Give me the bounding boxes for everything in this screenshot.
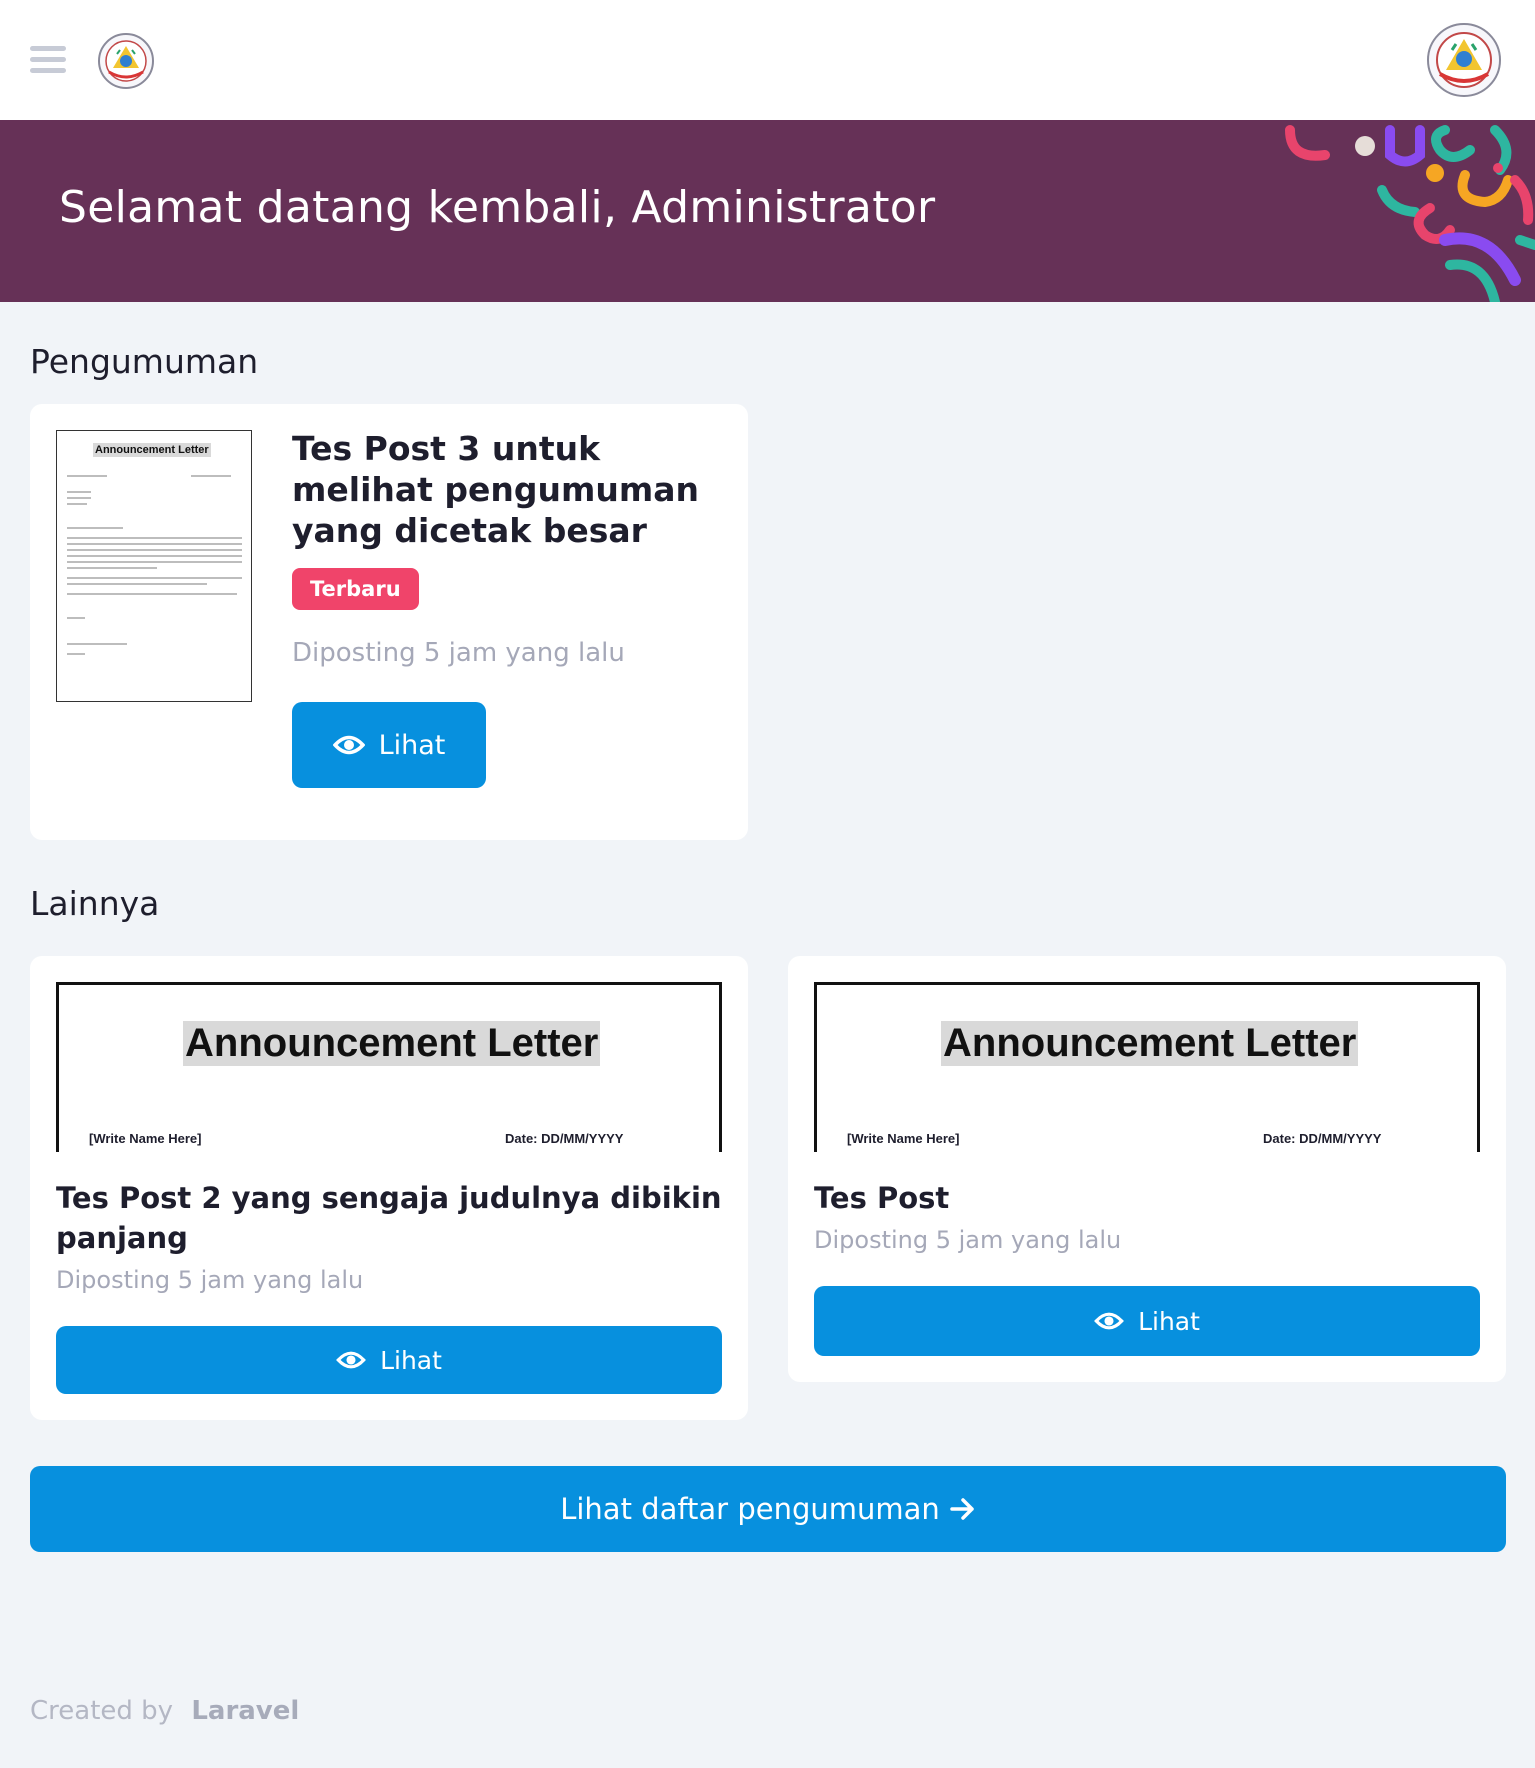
featured-thumbnail[interactable]: Announcement Letter xyxy=(56,430,252,702)
top-navbar xyxy=(0,0,1535,120)
other-thumbnail-2[interactable]: Announcement Letter [Write Name Here] Da… xyxy=(814,982,1480,1152)
other-title-2[interactable]: Tes Post xyxy=(814,1178,1480,1218)
eye-icon xyxy=(336,1351,366,1369)
other-title-1[interactable]: Tes Post 2 yang sengaja judulnya dibikin… xyxy=(56,1178,722,1258)
featured-posted-time: Diposting 5 jam yang lalu xyxy=(292,638,625,668)
other-announcement-card-1: Announcement Letter [Write Name Here] Da… xyxy=(30,956,748,1420)
other-view-label-2: Lihat xyxy=(1138,1306,1200,1336)
view-all-announcements-button[interactable]: Lihat daftar pengumuman xyxy=(30,1466,1506,1552)
thumbnail-date: Date: DD/MM/YYYY xyxy=(1263,1131,1382,1146)
other-view-label-1: Lihat xyxy=(380,1345,442,1375)
user-avatar[interactable] xyxy=(1424,22,1504,98)
confetti-decoration xyxy=(1285,125,1535,302)
featured-view-button[interactable]: Lihat xyxy=(292,702,486,788)
footer-prefix: Created by xyxy=(30,1696,174,1726)
view-all-label: Lihat daftar pengumuman xyxy=(560,1492,940,1526)
other-view-button-1[interactable]: Lihat xyxy=(56,1326,722,1394)
welcome-title: Selamat datang kembali, Administrator xyxy=(59,182,936,233)
featured-announcement-card: Announcement Letter Tes Post 3 untuk mel… xyxy=(30,404,748,840)
newest-badge: Terbaru xyxy=(292,568,419,610)
eye-icon xyxy=(1094,1312,1124,1330)
arrow-right-icon xyxy=(950,1498,974,1520)
other-view-button-2[interactable]: Lihat xyxy=(814,1286,1480,1356)
hamburger-icon[interactable] xyxy=(30,46,68,78)
footer-brand-link[interactable]: Laravel xyxy=(191,1696,299,1726)
thumbnail-title: Announcement Letter xyxy=(93,443,211,457)
other-announcement-card-2: Announcement Letter [Write Name Here] Da… xyxy=(788,956,1506,1382)
school-emblem-logo[interactable] xyxy=(97,32,155,90)
other-posted-time-2: Diposting 5 jam yang lalu xyxy=(814,1226,1122,1254)
thumbnail-name: [Write Name Here] xyxy=(89,1131,202,1146)
welcome-banner: Selamat datang kembali, Administrator xyxy=(0,120,1535,302)
featured-title[interactable]: Tes Post 3 untuk melihat pengumuman yang… xyxy=(292,428,732,551)
other-posted-time-1: Diposting 5 jam yang lalu xyxy=(56,1266,364,1294)
thumbnail-name: [Write Name Here] xyxy=(847,1131,960,1146)
featured-view-label: Lihat xyxy=(378,729,446,761)
other-thumbnail-1[interactable]: Announcement Letter [Write Name Here] Da… xyxy=(56,982,722,1152)
thumbnail-title: Announcement Letter xyxy=(183,1021,601,1066)
eye-icon xyxy=(332,735,365,755)
others-heading: Lainnya xyxy=(30,884,160,923)
thumbnail-date: Date: DD/MM/YYYY xyxy=(505,1131,624,1146)
footer: Created by Laravel xyxy=(30,1696,299,1726)
announcements-heading: Pengumuman xyxy=(30,342,259,381)
thumbnail-title: Announcement Letter xyxy=(941,1021,1359,1066)
